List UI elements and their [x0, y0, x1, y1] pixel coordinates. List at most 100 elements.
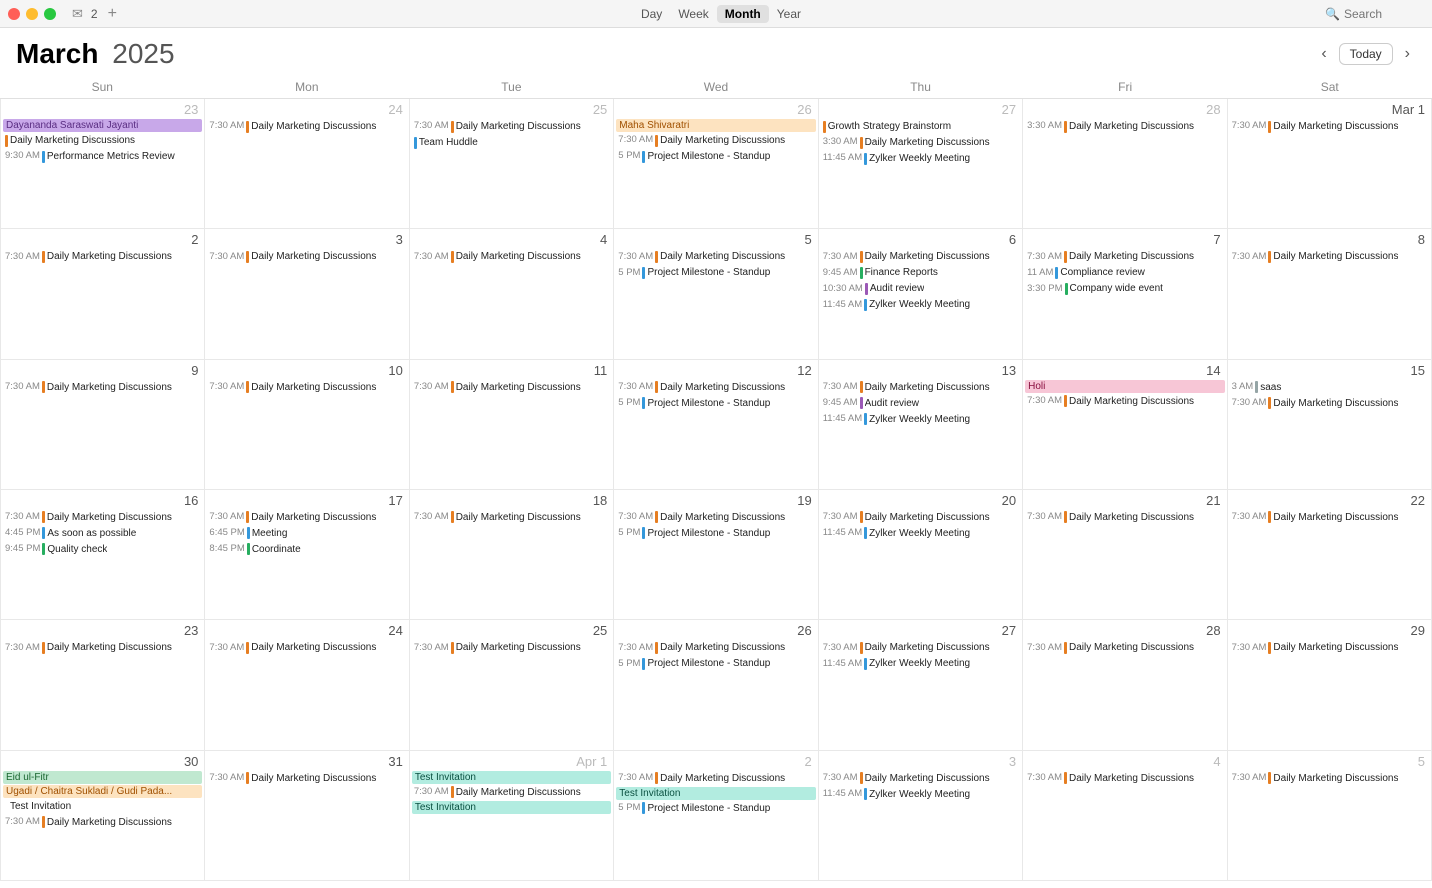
- calendar-event[interactable]: 7:30 AMDaily Marketing Discussions: [1230, 640, 1429, 655]
- cal-cell[interactable]: 37:30 AMDaily Marketing Discussions: [205, 229, 409, 359]
- calendar-event[interactable]: 7:30 AMDaily Marketing Discussions: [3, 510, 202, 525]
- add-icon[interactable]: +: [108, 5, 117, 23]
- calendar-event-full[interactable]: Eid ul-Fitr: [3, 771, 202, 784]
- cal-cell[interactable]: 207:30 AMDaily Marketing Discussions11:4…: [819, 490, 1023, 620]
- calendar-event[interactable]: 8:45 PMCoordinate: [207, 542, 406, 557]
- calendar-event[interactable]: 7:30 AMDaily Marketing Discussions: [1230, 771, 1429, 786]
- calendar-event[interactable]: 9:45 PMQuality check: [3, 542, 202, 557]
- cal-cell[interactable]: 257:30 AMDaily Marketing DiscussionsTeam…: [410, 99, 614, 229]
- cal-cell[interactable]: 167:30 AMDaily Marketing Discussions4:45…: [1, 490, 205, 620]
- cal-cell[interactable]: 30Eid ul-FitrUgadi / Chaitra Sukladi / G…: [1, 751, 205, 881]
- maximize-button[interactable]: [44, 8, 56, 20]
- calendar-event[interactable]: 7:30 AMDaily Marketing Discussions: [207, 510, 406, 525]
- cal-cell[interactable]: 197:30 AMDaily Marketing Discussions5 PM…: [614, 490, 818, 620]
- calendar-event[interactable]: 7:30 AMDaily Marketing Discussions: [1025, 249, 1224, 264]
- cal-cell[interactable]: 247:30 AMDaily Marketing Discussions: [205, 620, 409, 750]
- calendar-event[interactable]: 7:30 AMDaily Marketing Discussions: [207, 771, 406, 786]
- cal-cell[interactable]: Apr 1Test Invitation7:30 AMDaily Marketi…: [410, 751, 614, 881]
- calendar-event[interactable]: Growth Strategy Brainstorm: [821, 119, 1020, 134]
- calendar-event-full[interactable]: Ugadi / Chaitra Sukladi / Gudi Pada...: [3, 785, 202, 798]
- calendar-event[interactable]: 7:30 AMDaily Marketing Discussions: [412, 785, 611, 800]
- search-area[interactable]: 🔍: [1325, 7, 1424, 21]
- minimize-button[interactable]: [26, 8, 38, 20]
- calendar-event[interactable]: 7:30 AMDaily Marketing Discussions: [412, 510, 611, 525]
- tab-day[interactable]: Day: [633, 5, 670, 23]
- cal-cell[interactable]: 27Growth Strategy Brainstorm3:30 AMDaily…: [819, 99, 1023, 229]
- calendar-event[interactable]: 9:30 AMPerformance Metrics Review: [3, 149, 202, 164]
- prev-month-button[interactable]: ‹: [1315, 43, 1332, 65]
- cal-cell[interactable]: 27:30 AMDaily Marketing DiscussionsTest …: [614, 751, 818, 881]
- calendar-event[interactable]: 11:45 AMZylker Weekly Meeting: [821, 412, 1020, 427]
- calendar-event[interactable]: 3:30 AMDaily Marketing Discussions: [1025, 119, 1224, 134]
- calendar-event[interactable]: 7:30 AMDaily Marketing Discussions: [207, 640, 406, 655]
- calendar-event[interactable]: 7:30 AMDaily Marketing Discussions: [821, 771, 1020, 786]
- cal-cell[interactable]: 47:30 AMDaily Marketing Discussions: [410, 229, 614, 359]
- calendar-event-full[interactable]: Test Invitation: [412, 771, 611, 784]
- cal-cell[interactable]: 26Maha Shivaratri7:30 AMDaily Marketing …: [614, 99, 818, 229]
- calendar-event[interactable]: 7:30 AMDaily Marketing Discussions: [821, 380, 1020, 395]
- calendar-event-full[interactable]: Test Invitation: [412, 801, 611, 814]
- calendar-event[interactable]: 7:30 AMDaily Marketing Discussions: [1230, 396, 1429, 411]
- tab-week[interactable]: Week: [670, 5, 716, 23]
- calendar-event[interactable]: 11:45 AMZylker Weekly Meeting: [821, 787, 1020, 802]
- cal-cell[interactable]: Mar 17:30 AMDaily Marketing Discussions: [1228, 99, 1432, 229]
- calendar-event[interactable]: 7:30 AMDaily Marketing Discussions: [1025, 640, 1224, 655]
- cal-cell[interactable]: 27:30 AMDaily Marketing Discussions: [1, 229, 205, 359]
- calendar-event-full[interactable]: Dayananda Saraswati Jayanti: [3, 119, 202, 132]
- calendar-event-full[interactable]: Holi: [1025, 380, 1224, 393]
- calendar-event[interactable]: 5 PMProject Milestone - Standup: [616, 656, 815, 671]
- cal-cell[interactable]: 37:30 AMDaily Marketing Discussions11:45…: [819, 751, 1023, 881]
- calendar-event[interactable]: 10:30 AMAudit review: [821, 281, 1020, 296]
- calendar-event[interactable]: Daily Marketing Discussions: [3, 133, 202, 148]
- calendar-event-full[interactable]: Maha Shivaratri: [616, 119, 815, 132]
- calendar-event[interactable]: 11:45 AMZylker Weekly Meeting: [821, 297, 1020, 312]
- calendar-event[interactable]: 11:45 AMZylker Weekly Meeting: [821, 656, 1020, 671]
- calendar-event[interactable]: 7:30 AMDaily Marketing Discussions: [207, 380, 406, 395]
- cal-cell[interactable]: 117:30 AMDaily Marketing Discussions: [410, 360, 614, 490]
- calendar-event[interactable]: 7:30 AMDaily Marketing Discussions: [821, 640, 1020, 655]
- calendar-event[interactable]: 3:30 PMCompany wide event: [1025, 281, 1224, 296]
- calendar-event[interactable]: Team Huddle: [412, 135, 611, 150]
- calendar-event[interactable]: 5 PMProject Milestone - Standup: [616, 149, 815, 164]
- calendar-event[interactable]: 7:30 AMDaily Marketing Discussions: [3, 249, 202, 264]
- calendar-event[interactable]: 4:45 PMAs soon as possible: [3, 526, 202, 541]
- cal-cell[interactable]: 57:30 AMDaily Marketing Discussions: [1228, 751, 1432, 881]
- calendar-event[interactable]: 5 PMProject Milestone - Standup: [616, 265, 815, 280]
- calendar-event[interactable]: 6:45 PMMeeting: [207, 526, 406, 541]
- cal-cell[interactable]: 67:30 AMDaily Marketing Discussions9:45 …: [819, 229, 1023, 359]
- cal-cell[interactable]: 153 AMsaas7:30 AMDaily Marketing Discuss…: [1228, 360, 1432, 490]
- cal-cell[interactable]: 137:30 AMDaily Marketing Discussions9:45…: [819, 360, 1023, 490]
- cal-cell[interactable]: 187:30 AMDaily Marketing Discussions: [410, 490, 614, 620]
- calendar-event[interactable]: 9:45 AMFinance Reports: [821, 265, 1020, 280]
- cal-cell[interactable]: 287:30 AMDaily Marketing Discussions: [1023, 620, 1227, 750]
- calendar-event[interactable]: 7:30 AMDaily Marketing Discussions: [616, 133, 815, 148]
- calendar-event[interactable]: 7:30 AMDaily Marketing Discussions: [616, 510, 815, 525]
- calendar-event[interactable]: 3:30 AMDaily Marketing Discussions: [821, 135, 1020, 150]
- calendar-event[interactable]: 7:30 AMDaily Marketing Discussions: [412, 249, 611, 264]
- calendar-event[interactable]: 7:30 AMDaily Marketing Discussions: [616, 380, 815, 395]
- calendar-event[interactable]: 11:45 AMZylker Weekly Meeting: [821, 151, 1020, 166]
- cal-cell[interactable]: 23Dayananda Saraswati JayantiDaily Marke…: [1, 99, 205, 229]
- cal-cell[interactable]: 107:30 AMDaily Marketing Discussions: [205, 360, 409, 490]
- calendar-event[interactable]: 7:30 AMDaily Marketing Discussions: [616, 771, 815, 786]
- cal-cell[interactable]: 283:30 AMDaily Marketing Discussions: [1023, 99, 1227, 229]
- calendar-event[interactable]: 7:30 AMDaily Marketing Discussions: [821, 510, 1020, 525]
- calendar-event[interactable]: 7:30 AMDaily Marketing Discussions: [412, 119, 611, 134]
- cal-cell[interactable]: 57:30 AMDaily Marketing Discussions5 PMP…: [614, 229, 818, 359]
- cal-cell[interactable]: 247:30 AMDaily Marketing Discussions: [205, 99, 409, 229]
- cal-cell[interactable]: 217:30 AMDaily Marketing Discussions: [1023, 490, 1227, 620]
- calendar-event[interactable]: 7:30 AMDaily Marketing Discussions: [1025, 771, 1224, 786]
- calendar-event[interactable]: 11 AMCompliance review: [1025, 265, 1224, 280]
- next-month-button[interactable]: ›: [1399, 43, 1416, 65]
- cal-cell[interactable]: 97:30 AMDaily Marketing Discussions: [1, 360, 205, 490]
- close-button[interactable]: [8, 8, 20, 20]
- tab-month[interactable]: Month: [717, 5, 769, 23]
- calendar-event[interactable]: 9:45 AMAudit review: [821, 396, 1020, 411]
- calendar-event[interactable]: 7:30 AMDaily Marketing Discussions: [412, 640, 611, 655]
- calendar-event[interactable]: 7:30 AMDaily Marketing Discussions: [1025, 510, 1224, 525]
- cal-cell[interactable]: 257:30 AMDaily Marketing Discussions: [410, 620, 614, 750]
- cal-cell[interactable]: 47:30 AMDaily Marketing Discussions: [1023, 751, 1227, 881]
- calendar-event[interactable]: Test Invitation: [3, 799, 202, 814]
- today-button[interactable]: Today: [1339, 43, 1393, 65]
- cal-cell[interactable]: 227:30 AMDaily Marketing Discussions: [1228, 490, 1432, 620]
